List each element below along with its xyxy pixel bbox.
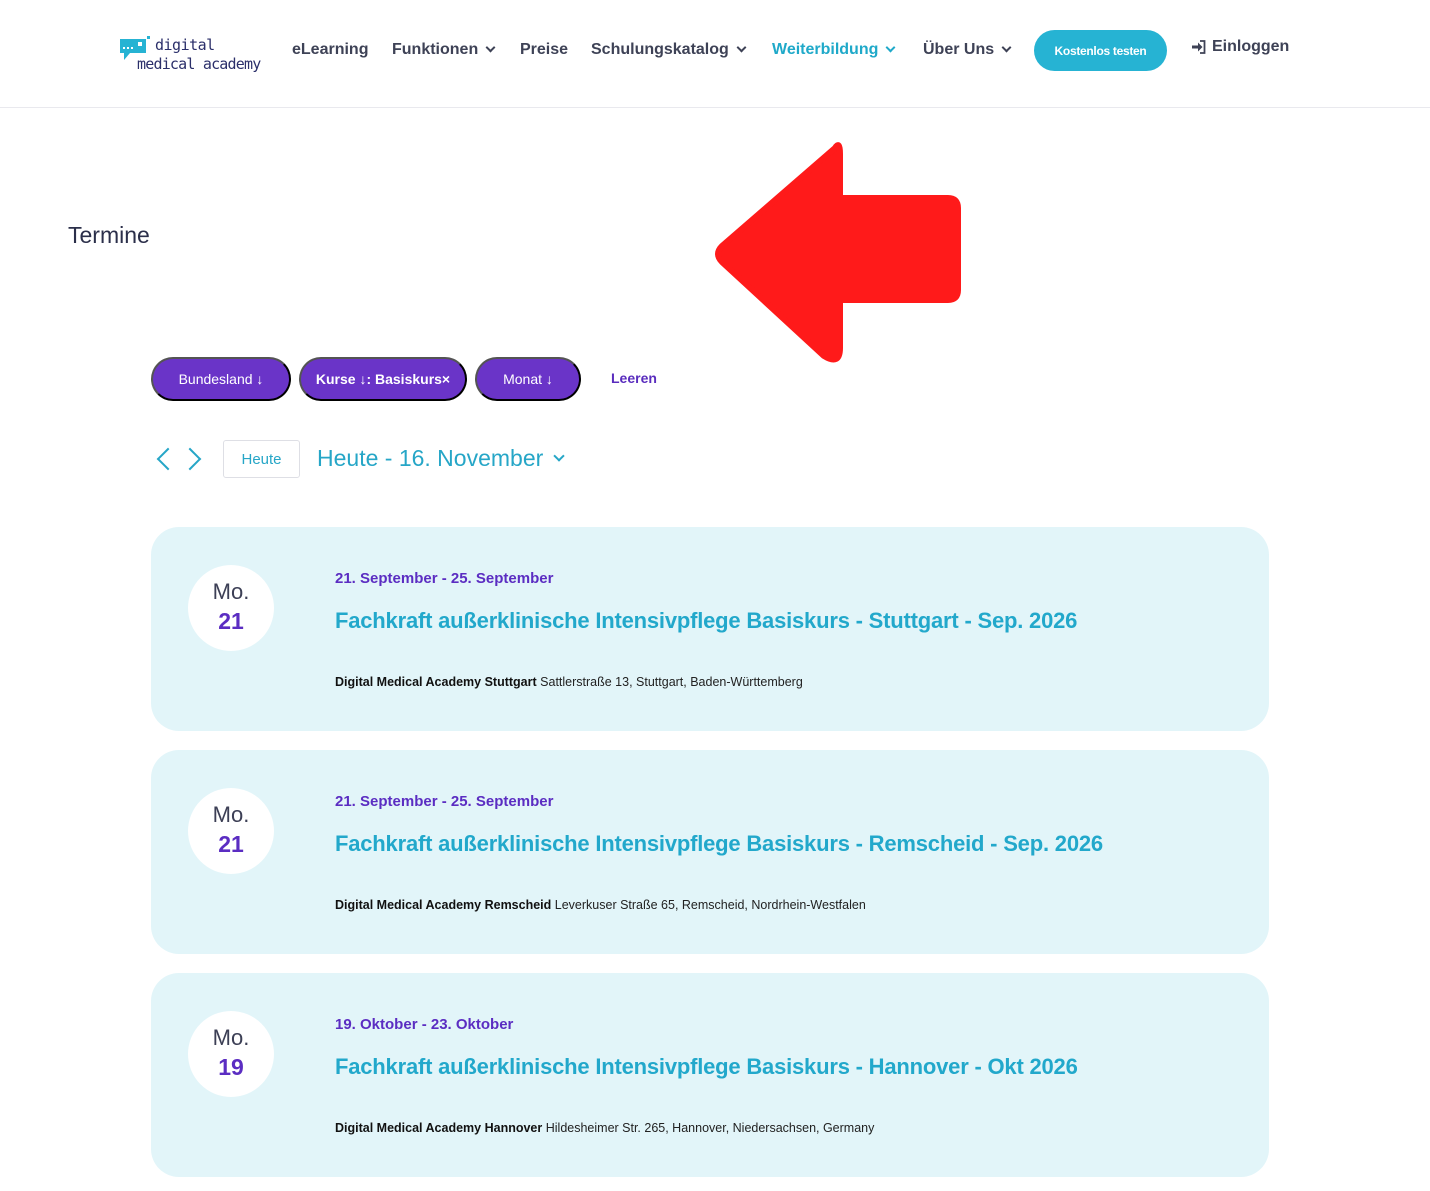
nav-weiterbildung[interactable]: Weiterbildung (772, 38, 896, 62)
nav-elearning[interactable]: eLearning (292, 38, 368, 62)
event-date-range: 19. Oktober - 23. Oktober (335, 1016, 514, 1033)
date-range-label: Heute - 16. November (317, 445, 544, 471)
login-label: Einloggen (1212, 38, 1290, 55)
nav-label: Weiterbildung (772, 41, 879, 58)
nav-label: Über Uns (923, 41, 995, 58)
red-arrow-annotation-icon (715, 142, 961, 363)
nav-label: Preise (520, 41, 569, 58)
day-number: 21 (218, 608, 244, 634)
today-button[interactable]: Heute (223, 440, 300, 478)
event-title-link[interactable]: Fachkraft außerklinische Intensivpflege … (335, 831, 1103, 857)
venue-address: Sattlerstraße 13, Stuttgart, Baden-Württ… (540, 675, 803, 689)
date-badge: Mo. 19 (188, 1011, 274, 1097)
nav-funktionen[interactable]: Funktionen (392, 38, 496, 62)
weekday: Mo. (212, 1025, 250, 1050)
nav-label: Schulungskatalog (591, 41, 729, 58)
venue-name: Digital Medical Academy Stuttgart (335, 675, 537, 689)
event-card[interactable]: Mo. 21 21. September - 25. September Fac… (151, 527, 1269, 731)
kostenlos-testen-button[interactable]: Kostenlos testen (1034, 30, 1167, 71)
event-title-link[interactable]: Fachkraft außerklinische Intensivpflege … (335, 608, 1077, 634)
event-location: Digital Medical Academy Hannover Hildesh… (335, 1121, 874, 1135)
chevron-down-icon (885, 42, 896, 53)
date-badge: Mo. 21 (188, 788, 274, 874)
filter-bundesland-button[interactable]: Bundesland ↓ (151, 357, 291, 401)
chevron-right-icon (178, 447, 202, 471)
day-number: 19 (218, 1054, 244, 1080)
venue-name: Digital Medical Academy Remscheid (335, 898, 552, 912)
page-title: Termine (68, 222, 150, 248)
event-location: Digital Medical Academy Stuttgart Sattle… (335, 675, 803, 689)
nav-ueber-uns[interactable]: Über Uns (923, 38, 1012, 62)
logo[interactable]: digital medical academy (118, 36, 261, 76)
chevron-left-icon (156, 447, 180, 471)
logo-text-line1: digital (155, 36, 215, 54)
site-header: digital medical academy eLearning Funkti… (0, 0, 1430, 108)
sign-in-icon (1192, 40, 1206, 54)
chevron-down-icon (553, 449, 565, 462)
date-range-picker[interactable]: Heute - 16. November (317, 445, 565, 472)
nav-label: Funktionen (392, 41, 479, 58)
date-badge: Mo. 21 (188, 565, 274, 651)
venue-address: Leverkuser Straße 65, Remscheid, Nordrhe… (554, 898, 866, 912)
nav-label: eLearning (292, 41, 369, 58)
previous-button[interactable] (154, 446, 180, 474)
chevron-down-icon (1001, 42, 1012, 53)
filter-kurse-button[interactable]: Kurse ↓: Basiskurs× (299, 357, 467, 401)
event-location: Digital Medical Academy Remscheid Leverk… (335, 898, 866, 912)
filter-monat-button[interactable]: Monat ↓ (475, 357, 581, 401)
event-date-range: 21. September - 25. September (335, 570, 554, 587)
weekday: Mo. (212, 579, 250, 604)
weekday: Mo. (212, 802, 250, 827)
event-card[interactable]: Mo. 21 21. September - 25. September Fac… (151, 750, 1269, 954)
login-link[interactable]: Einloggen (1191, 38, 1289, 56)
logo-text-line2: medical academy (137, 55, 261, 73)
clear-filters-link[interactable]: Leeren (611, 370, 657, 386)
nav-preise[interactable]: Preise (520, 38, 568, 62)
event-card[interactable]: Mo. 19 19. Oktober - 23. Oktober Fachkra… (151, 973, 1269, 1177)
event-title-link[interactable]: Fachkraft außerklinische Intensivpflege … (335, 1054, 1078, 1080)
venue-name: Digital Medical Academy Hannover (335, 1121, 543, 1135)
venue-address: Hildesheimer Str. 265, Hannover, Nieders… (545, 1121, 875, 1135)
next-button[interactable] (178, 446, 204, 474)
nav-schulungskatalog[interactable]: Schulungskatalog (591, 38, 747, 62)
event-date-range: 21. September - 25. September (335, 793, 554, 810)
day-number: 21 (218, 831, 244, 857)
chevron-down-icon (736, 42, 747, 53)
chevron-down-icon (485, 42, 496, 53)
